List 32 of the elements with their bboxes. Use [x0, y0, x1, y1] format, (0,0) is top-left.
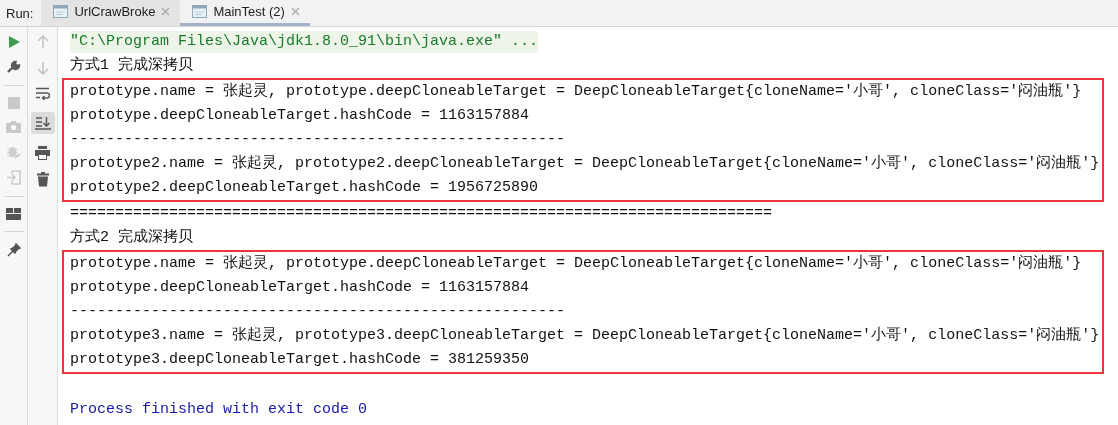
bug-icon[interactable]	[6, 144, 21, 159]
down-arrow-icon[interactable]	[36, 61, 49, 75]
console-line: ==============================================================================	[69, 204, 774, 224]
console-line: prototype2.name = 张起灵, prototype2.deepCloneableTarget = DeepCloneableTarget{cloneName='小哥', cloneClass='闷油瓶'}	[69, 153, 1101, 174]
wrench-icon[interactable]	[6, 60, 21, 74]
console-line: prototype.deepCloneableTarget.hashCode = 1163157884	[69, 278, 531, 298]
console-line: prototype.name = 张起灵, prototype.deepCloneableTarget = DeepCloneableTarget{cloneName='小哥', cloneClass='闷油瓶'}	[69, 81, 1083, 102]
pin-icon[interactable]	[6, 243, 21, 257]
up-arrow-icon[interactable]	[36, 35, 49, 49]
console-line: 方式2 完成深拷贝	[69, 227, 194, 248]
console-line: prototype3.deepCloneableTarget.hashCode = 381259350	[69, 350, 531, 370]
console-window-icon	[192, 5, 208, 18]
console-line: prototype3.name = 张起灵, prototype3.deepCloneableTarget = DeepCloneableTarget{cloneName='小哥', cloneClass='闷油瓶'}	[69, 325, 1101, 346]
run-tab[interactable]: UrlCrawBroke	[41, 0, 181, 26]
console-window-icon	[53, 5, 69, 18]
console-line: 方式1 完成深拷贝	[69, 55, 194, 76]
run-icon[interactable]	[6, 35, 21, 49]
close-icon[interactable]	[290, 7, 300, 16]
console-line: -------------------------------------------------------	[69, 130, 567, 150]
trash-icon[interactable]	[36, 172, 49, 187]
scroll-to-end-button[interactable]	[30, 112, 55, 134]
close-icon[interactable]	[161, 7, 171, 16]
print-icon[interactable]	[35, 146, 50, 160]
soft-wrap-icon[interactable]	[35, 87, 50, 100]
camera-icon[interactable]	[6, 120, 21, 133]
exit-message: Process finished with exit code 0	[69, 400, 369, 420]
console-line: prototype.name = 张起灵, prototype.deepCloneableTarget = DeepCloneableTarget{cloneName='小哥', cloneClass='闷油瓶'}	[69, 253, 1083, 274]
console-line: -------------------------------------------------------	[69, 302, 567, 322]
console-line: prototype2.deepCloneableTarget.hashCode = 1956725890	[69, 178, 540, 198]
console-line: prototype.deepCloneableTarget.hashCode = 1163157884	[69, 106, 531, 126]
run-label: Run:	[5, 5, 35, 21]
layout-icon[interactable]	[6, 208, 21, 220]
